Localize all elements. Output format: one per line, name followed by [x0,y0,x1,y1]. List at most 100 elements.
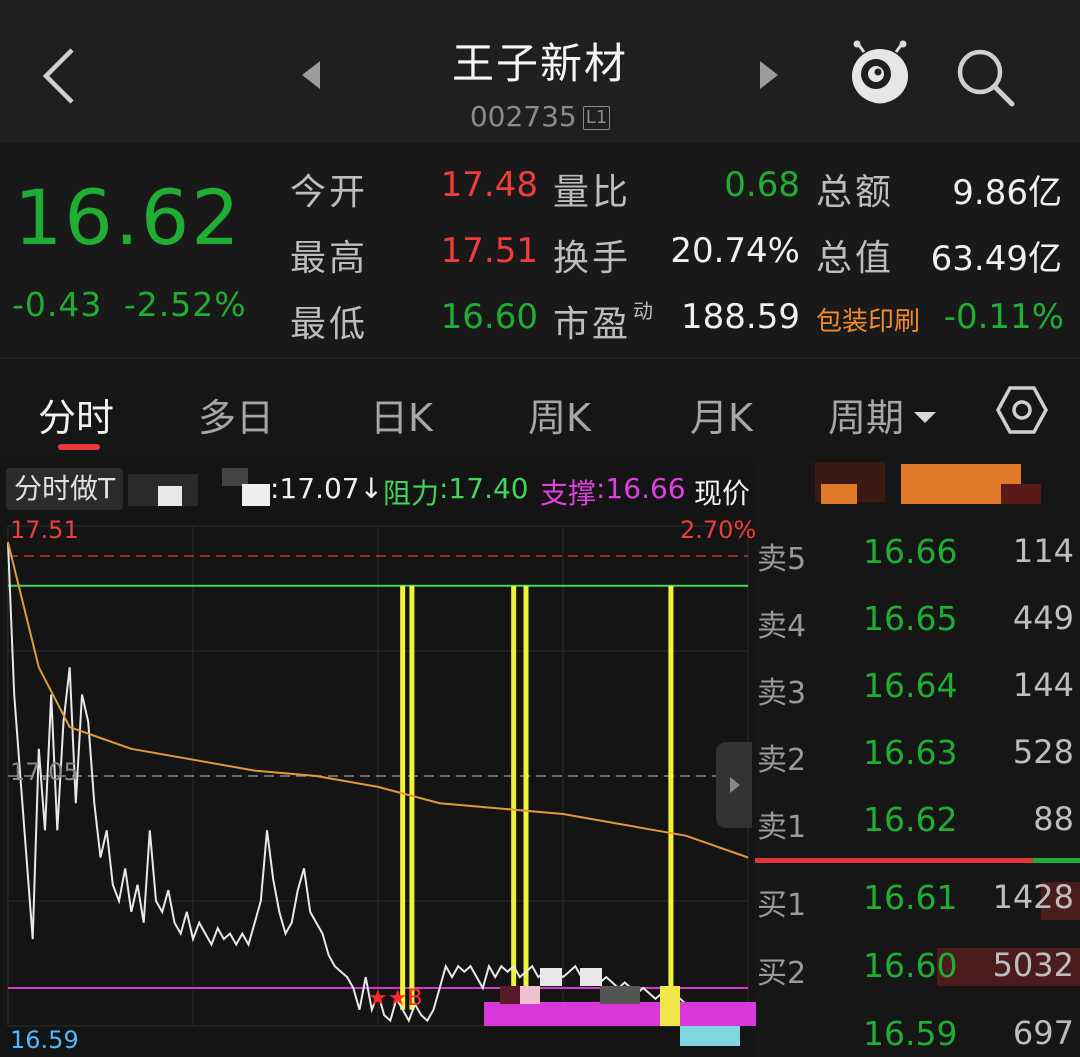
mascot-icon[interactable] [846,40,914,110]
stock-code-text: 002735 [469,100,577,133]
low-value: 16.60 [440,297,538,337]
stock-name: 王子新材 [451,39,628,88]
turnover-amount-value: 9.86亿 [952,173,1062,213]
bid-price: 16.61 [863,878,958,917]
support-value: :16.66 [596,472,686,505]
indicator-bar: 分时做T :17.07↓ 阻力 :17.40 支撑 :16.66 现价 [0,460,755,516]
sector-link[interactable]: 包装印刷 [816,301,920,338]
ask-row-5[interactable]: 卖5 16.66 114 [755,530,1080,580]
reference-value: :17.07↓ [270,472,384,505]
signal-bar [668,585,674,1010]
redacted-block [242,484,270,506]
tab-intraday[interactable]: 分时 [38,387,114,442]
bid-volume: 697 [1012,1014,1074,1052]
redacted-block [821,484,857,504]
ask-row-1[interactable]: 卖1 16.62 88 [755,798,1080,848]
market-cap-value: 63.49亿 [930,239,1062,279]
top-bar: 王子新材 002735 L1 [0,0,1080,143]
ask-volume: 528 [1012,733,1074,771]
intraday-chart-svg [7,525,749,1027]
ask-label: 卖5 [757,542,807,577]
search-icon[interactable] [952,44,1018,110]
active-tab-indicator [58,444,100,450]
turnover-rate-label: 换手 [553,238,632,279]
volume-ratio-label: 量比 [553,172,632,213]
settings-icon[interactable] [996,384,1048,436]
high-label: 最高 [290,238,369,279]
ask-volume: 144 [1012,666,1074,704]
bid-price: 16.60 [863,946,958,985]
stock-code: 002735 L1 [440,100,640,133]
ask-row-4[interactable]: 卖4 16.65 449 [755,597,1080,647]
panel-toggle-handle[interactable] [716,742,752,828]
redacted-block [484,1002,756,1026]
pe-superscript: 动 [633,299,657,323]
chevron-right-icon [730,777,740,793]
ask-label: 卖2 [757,743,807,778]
tab-daily-k[interactable]: 日K [370,387,433,442]
price-change: -0.43 -2.52% [12,285,247,324]
support-label: 支撑 [540,477,597,510]
last-price: 16.62 [14,173,242,262]
y-mid-label: 17.05 [10,758,79,786]
ask-label: 卖3 [757,676,807,711]
redacted-block [158,486,182,506]
tab-period-label: 周期 [828,396,905,440]
ask-volume: 114 [1012,532,1074,570]
current-price-label: 现价 [694,477,751,510]
open-value: 17.48 [440,165,538,205]
bid-label: 买2 [757,956,807,991]
ask-row-3[interactable]: 卖3 16.64 144 [755,664,1080,714]
intraday-chart[interactable]: 17.51 2.70% 17.05 16.59 ★★B [0,516,756,1057]
buy-marker: ★★B [368,986,423,1011]
market-cap-label: 总值 [816,238,895,279]
bid-row-1[interactable]: 买1 16.61 1428 [755,876,1080,926]
high-value: 17.51 [440,231,538,271]
change-percent: -2.52% [123,285,247,324]
sector-change: -0.11% [943,297,1064,337]
ask-volume: 449 [1012,599,1074,637]
redacted-block [540,968,562,986]
open-label: 今开 [290,172,369,213]
signal-bar [409,585,415,1010]
bid-row-3[interactable]: 16.59 697 [755,1012,1080,1057]
tab-monthly-k[interactable]: 月K [690,387,753,442]
ask-row-2[interactable]: 卖2 16.63 528 [755,731,1080,781]
low-label: 最低 [290,304,369,345]
pe-label-text: 市盈 [553,304,632,345]
signal-bar [400,585,406,1010]
resistance-label: 阻力 [383,477,440,510]
turnover-amount-label: 总额 [816,172,895,213]
y-top-label: 17.51 [10,516,79,544]
ask-label: 卖1 [757,810,807,845]
redacted-block [660,986,680,1026]
back-icon[interactable] [30,40,90,110]
bid-volume: 5032 [992,946,1074,984]
caret-down-icon [914,412,937,423]
bid-ask-ratio-bar-ask [1033,858,1080,863]
volume-ratio-value: 0.68 [724,165,800,205]
ask-price: 16.64 [863,666,958,705]
turnover-rate-value: 20.74% [670,231,800,271]
order-book: 卖5 16.66 114 卖4 16.65 449 卖3 16.64 144 卖… [755,460,1080,1057]
ask-price: 16.62 [863,800,958,839]
redacted-block [680,1026,740,1046]
tab-weekly-k[interactable]: 周K [528,387,591,442]
next-stock-icon[interactable] [756,58,782,92]
pe-label: 市盈动 [553,295,656,347]
signal-bar [511,585,517,1010]
redacted-block [600,986,640,1004]
redacted-block [520,986,540,1004]
indicator-name[interactable]: 分时做T [6,468,124,510]
tab-period[interactable]: 周期 [828,387,937,442]
level-badge: L1 [582,106,611,130]
prev-stock-icon[interactable] [298,58,324,92]
bid-ask-ratio-bar-bid [755,858,1033,863]
tab-multi-day[interactable]: 多日 [198,387,274,442]
redacted-block [580,968,602,986]
resistance-value: :17.40 [439,472,529,505]
chart-tabs: 分时 多日 日K 周K 月K 周期 [0,358,1080,458]
bid-volume: 1428 [992,878,1074,916]
bid-row-2[interactable]: 买2 16.60 5032 [755,944,1080,994]
ask-price: 16.65 [863,599,958,638]
